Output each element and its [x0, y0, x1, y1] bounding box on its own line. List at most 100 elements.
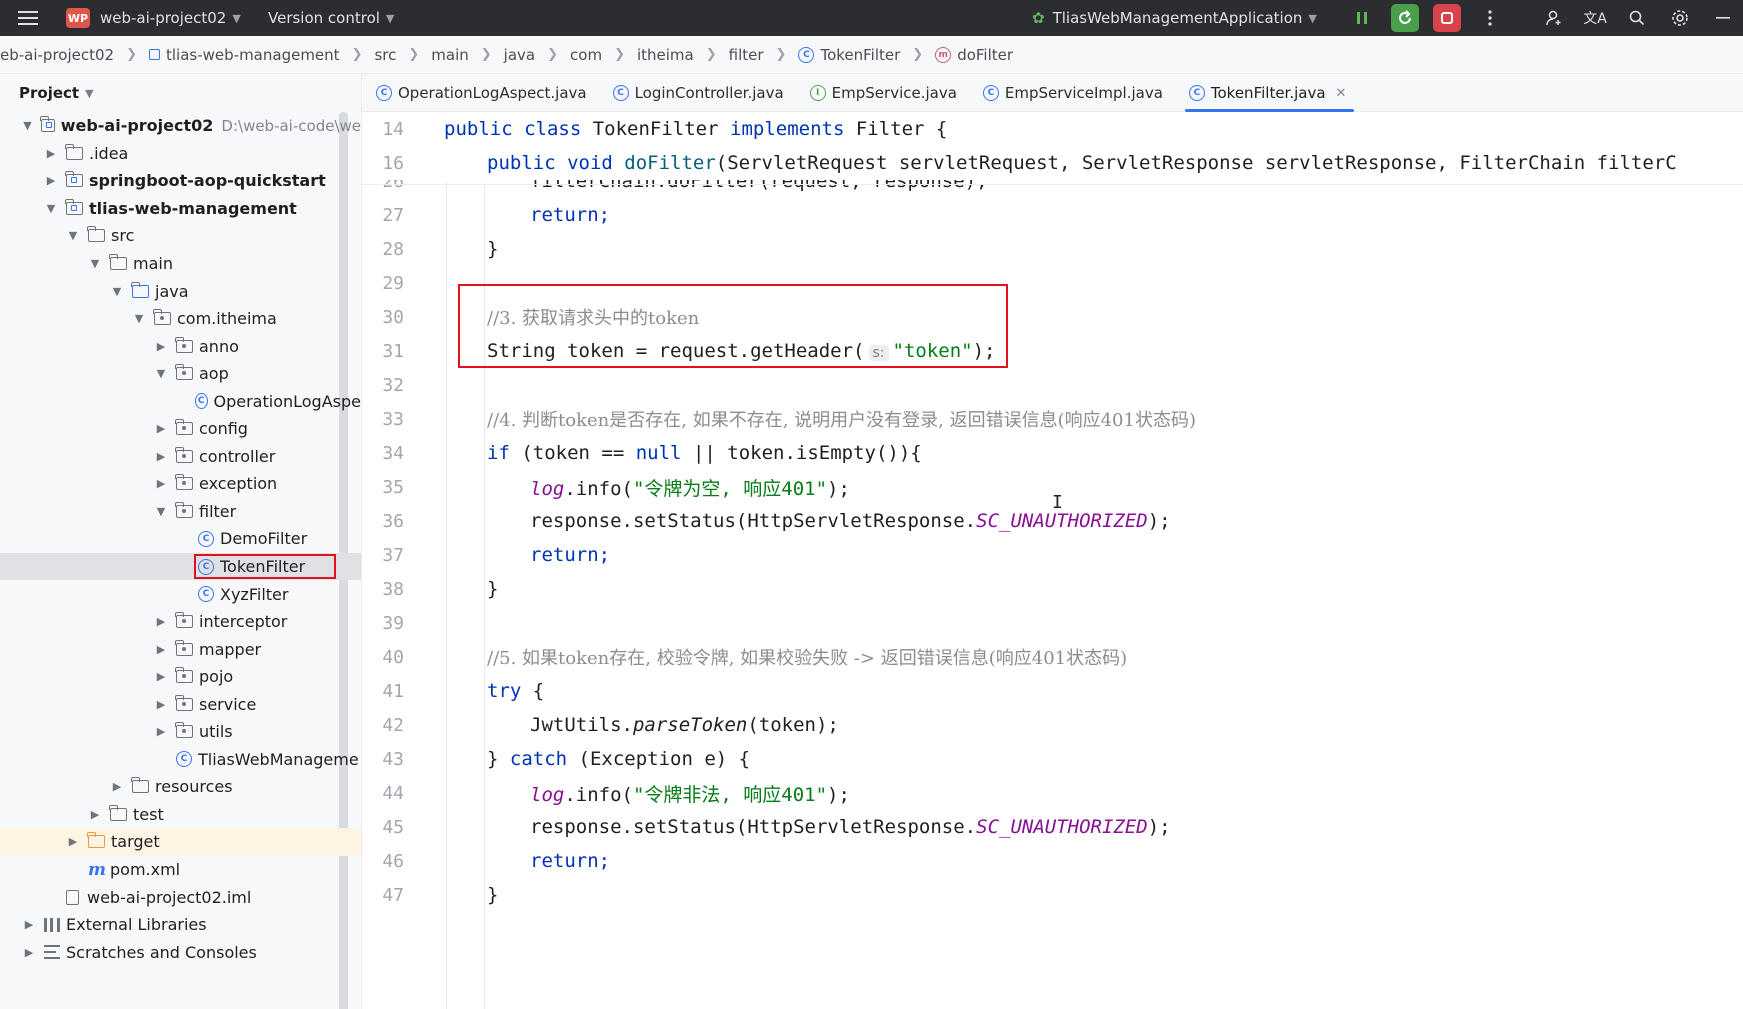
breadcrumb-item[interactable]: java — [504, 46, 535, 64]
chevron-right-icon: ▶ — [24, 945, 34, 959]
breadcrumb-item[interactable]: src — [374, 46, 396, 64]
tab-operation-log-aspect[interactable]: C OperationLogAspect.java — [368, 74, 599, 112]
stop-icon[interactable] — [1433, 4, 1461, 32]
tree-node[interactable]: ▼ com.itheima — [0, 305, 361, 333]
tree-node-root[interactable]: ▼ web-ai-project02 D:\web-ai-code\we — [0, 112, 361, 140]
code-line[interactable]: 44 log.info("令牌非法, 响应401"); — [362, 776, 1743, 810]
tree-node[interactable]: ▶ External Libraries — [0, 911, 361, 939]
tree-node[interactable]: m pom.xml — [0, 856, 361, 884]
tree-node[interactable]: ▶ anno — [0, 332, 361, 360]
version-control-menu[interactable]: Version control ▼ — [268, 0, 394, 36]
breadcrumb-item[interactable]: main — [431, 46, 468, 64]
line-number: 37 — [382, 544, 404, 566]
tree-node[interactable]: ▶ resources — [0, 773, 361, 801]
tree-node[interactable]: ▼ filter — [0, 498, 361, 526]
chevron-right-icon: ❯ — [351, 47, 363, 62]
add-user-icon[interactable] — [1540, 4, 1568, 32]
tree-node-label: src — [111, 226, 135, 246]
tab-token-filter[interactable]: C TokenFilter.java ✕ — [1181, 74, 1359, 112]
tree-node[interactable]: C TliasWebManageme — [0, 746, 361, 774]
tree-node[interactable]: ▶ utils — [0, 718, 361, 746]
tree-node[interactable]: ▶ interceptor — [0, 608, 361, 636]
tree-node[interactable]: ▼ aop — [0, 360, 361, 388]
breadcrumb-item[interactable]: itheima — [637, 46, 694, 64]
breadcrumb-item[interactable]: m doFilter — [935, 46, 1013, 64]
translate-icon[interactable]: 文A — [1581, 4, 1609, 32]
chevron-down-icon: ▼ — [23, 119, 32, 133]
tree-node[interactable]: ▼ tlias-web-management — [0, 195, 361, 223]
code-line[interactable]: 27 return; — [362, 198, 1743, 232]
code-line[interactable]: 32 — [362, 368, 1743, 402]
minimize-icon[interactable] — [1716, 0, 1736, 36]
code-line[interactable]: 41 try { — [362, 674, 1743, 708]
code-line[interactable]: 46 return; — [362, 844, 1743, 878]
tree-node[interactable]: ▶ controller — [0, 443, 361, 471]
code-line[interactable]: 39 — [362, 606, 1743, 640]
tree-node-label: DemoFilter — [220, 529, 308, 549]
code-line[interactable]: 28 } — [362, 232, 1743, 266]
tree-node[interactable]: ▶ .idea — [0, 140, 361, 168]
tree-node[interactable]: C OperationLogAspe — [0, 387, 361, 415]
tree-node[interactable]: C XyzFilter — [0, 580, 361, 608]
project-view-selector[interactable]: Project ▼ — [0, 74, 361, 112]
settings-gear-icon[interactable] — [1666, 4, 1694, 32]
tree-node[interactable]: ▶ pojo — [0, 663, 361, 691]
project-switcher[interactable]: web-ai-project02 ▼ — [100, 0, 241, 36]
chevron-down-icon: ▼ — [85, 86, 94, 100]
search-icon[interactable] — [1623, 4, 1651, 32]
method-icon: m — [935, 46, 952, 63]
more-vertical-icon[interactable] — [1476, 4, 1504, 32]
code-editor[interactable]: 14 public class TokenFilter implements F… — [362, 112, 1743, 1009]
package-icon — [175, 474, 193, 491]
code-line[interactable]: 16 public void doFilter(ServletRequest s… — [362, 146, 1743, 180]
tree-node[interactable]: C DemoFilter — [0, 525, 361, 553]
tree-node[interactable]: ▶ service — [0, 690, 361, 718]
line-number: 28 — [382, 238, 404, 260]
run-configuration-selector[interactable]: ✿ TliasWebManagementApplication ▼ — [1032, 0, 1317, 36]
tree-node[interactable]: web-ai-project02.iml — [0, 883, 361, 911]
tree-node-label: mapper — [199, 639, 262, 659]
sticky-divider — [362, 184, 1743, 185]
code-line[interactable]: 34 if (token == null || token.isEmpty())… — [362, 436, 1743, 470]
code-line[interactable]: 40 //5. 如果token存在, 校验令牌, 如果校验失败 -> 返回错误信… — [362, 640, 1743, 674]
code-line[interactable]: 38 } — [362, 572, 1743, 606]
tab-emp-service[interactable]: I EmpService.java — [802, 74, 969, 112]
rerun-icon[interactable] — [1391, 4, 1419, 32]
line-number: 41 — [382, 680, 404, 702]
project-badge[interactable]: WP — [66, 8, 90, 28]
chevron-right-icon: ▶ — [90, 807, 100, 821]
tab-emp-service-impl[interactable]: C EmpServiceImpl.java — [975, 74, 1175, 112]
code-line[interactable]: 14 public class TokenFilter implements F… — [362, 112, 1743, 146]
code-line[interactable]: 33 //4. 判断token是否存在, 如果不存在, 说明用户没有登录, 返回… — [362, 402, 1743, 436]
main-menu-icon[interactable] — [18, 0, 40, 36]
code-line[interactable]: 45 response.setStatus(HttpServletRespons… — [362, 810, 1743, 844]
tree-node-selected[interactable]: C TokenFilter — [0, 552, 361, 581]
chevron-right-icon: ▶ — [46, 146, 56, 160]
tree-node[interactable]: ▶ config — [0, 415, 361, 443]
tree-node-label: pojo — [199, 667, 234, 687]
tree-node[interactable]: ▶ target — [0, 828, 361, 856]
code-line[interactable]: 42 JwtUtils.parseToken(token); — [362, 708, 1743, 742]
breadcrumb-item[interactable]: tlias-web-management — [149, 46, 340, 64]
code-line[interactable]: 47 } — [362, 878, 1743, 912]
close-icon[interactable]: ✕ — [1336, 86, 1347, 101]
package-icon — [175, 336, 193, 353]
breadcrumb-item[interactable]: com — [570, 46, 602, 64]
tree-node-label: resources — [155, 777, 233, 797]
breadcrumb-item[interactable]: eb-ai-project02 — [0, 46, 114, 64]
tree-node[interactable]: ▶ mapper — [0, 635, 361, 663]
pause-icon[interactable] — [1348, 4, 1376, 32]
code-line[interactable]: 43 } catch (Exception e) { — [362, 742, 1743, 776]
tree-node[interactable]: ▶ springboot-aop-quickstart — [0, 167, 361, 195]
breadcrumb-item[interactable]: filter — [729, 46, 764, 64]
chevron-right-icon: ▶ — [112, 780, 122, 794]
tree-node[interactable]: ▶ Scratches and Consoles — [0, 938, 361, 966]
tree-node[interactable]: ▼ java — [0, 277, 361, 305]
tab-login-controller[interactable]: C LoginController.java — [605, 74, 796, 112]
breadcrumb-item[interactable]: C TokenFilter — [798, 46, 900, 64]
code-line[interactable]: 37 return; — [362, 538, 1743, 572]
tree-node[interactable]: ▶ exception — [0, 470, 361, 498]
tree-node[interactable]: ▶ test — [0, 801, 361, 829]
tree-node[interactable]: ▼ main — [0, 250, 361, 278]
tree-node[interactable]: ▼ src — [0, 222, 361, 250]
